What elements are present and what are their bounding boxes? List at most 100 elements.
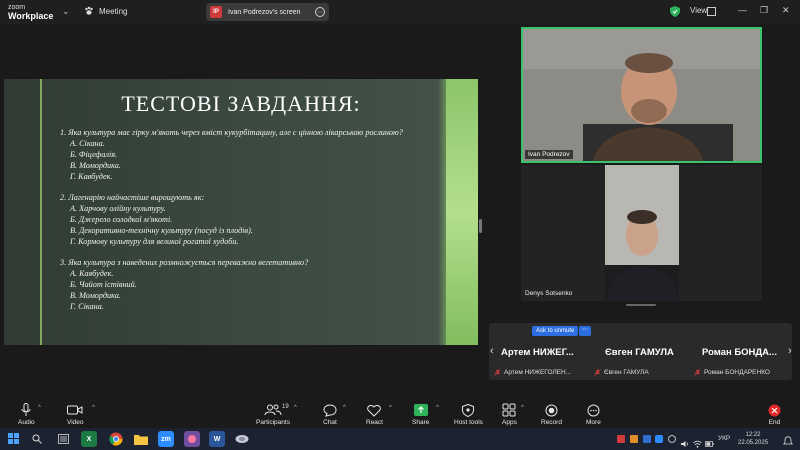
chevron-right-icon[interactable]: › bbox=[788, 345, 792, 357]
participant-label: Артем НИЖЕГОЛЕН... bbox=[494, 369, 571, 376]
notifications-icon[interactable] bbox=[782, 433, 794, 445]
tray-app-icon[interactable] bbox=[630, 435, 638, 443]
app-icon[interactable] bbox=[184, 431, 200, 447]
fullscreen-icon[interactable] bbox=[707, 7, 716, 16]
mic-muted-icon bbox=[494, 369, 501, 376]
video-options-caret[interactable]: ^ bbox=[92, 405, 95, 411]
participant-full-name: Роман БОНДАРЕНКО bbox=[704, 369, 770, 376]
task-view-icon[interactable] bbox=[55, 431, 71, 447]
gallery-scroll-handle[interactable] bbox=[626, 304, 656, 306]
presenter-badge: IP bbox=[210, 6, 222, 18]
system-clock[interactable]: 12:22 22.05.2025 bbox=[738, 431, 768, 447]
react-label: React bbox=[366, 419, 383, 426]
denys-video-feed bbox=[521, 165, 762, 301]
video-tile-denys[interactable]: Denys Sotsenko bbox=[521, 165, 762, 301]
microphone-icon bbox=[21, 403, 31, 416]
slide-body: 1. Яка культура має гірку м'якоть через … bbox=[60, 127, 440, 312]
chat-options-caret[interactable]: ^ bbox=[343, 405, 346, 411]
close-icon[interactable]: ✕ bbox=[782, 5, 790, 16]
volume-icon[interactable] bbox=[681, 435, 689, 447]
apps-options-caret[interactable]: ^ bbox=[521, 405, 524, 411]
option: Г. Кавбудек. bbox=[70, 172, 113, 181]
meeting-label: Meeting bbox=[99, 6, 128, 16]
video-tile-ivan[interactable]: Ivan Podrezov bbox=[521, 27, 762, 163]
mic-muted-icon bbox=[694, 369, 701, 376]
option: А. Сікана. bbox=[70, 139, 105, 148]
chat-button[interactable]: Chat bbox=[323, 403, 337, 426]
participant-full-name: Артем НИЖЕГОЛЕН... bbox=[504, 369, 572, 376]
wifi-icon[interactable] bbox=[693, 435, 702, 448]
participant-tile-name[interactable]: Роман БОНДА... bbox=[702, 347, 777, 358]
option: Б. Чайот їстівний. bbox=[70, 280, 137, 289]
host-tools-label: Host tools bbox=[454, 419, 483, 426]
resize-handle[interactable] bbox=[479, 219, 482, 233]
record-button[interactable]: Record bbox=[541, 403, 562, 426]
more-button[interactable]: More bbox=[586, 403, 601, 426]
unmute-more-button[interactable]: ⋯ bbox=[579, 326, 591, 336]
logo-workplace-text: Workplace bbox=[8, 11, 54, 21]
participant-label: Роман БОНДАРЕНКО bbox=[694, 369, 770, 376]
apps-label: Apps bbox=[502, 419, 517, 426]
share-button[interactable]: Share bbox=[412, 403, 429, 426]
tray-app-icon[interactable] bbox=[643, 435, 651, 443]
participants-icon bbox=[264, 404, 282, 416]
participant-tile-name[interactable]: Артем НИЖЕГ... bbox=[501, 347, 574, 358]
shield-icon[interactable] bbox=[670, 6, 680, 17]
chrome-app-icon[interactable] bbox=[108, 431, 124, 447]
chevron-left-icon[interactable]: ‹ bbox=[490, 345, 494, 357]
option: А. Харчову олійну культуру. bbox=[70, 204, 166, 213]
ask-to-unmute-button[interactable]: Ask to unmute bbox=[532, 326, 579, 336]
participant-label: Євген ГАМУЛА bbox=[594, 369, 649, 376]
meeting-menu[interactable]: Meeting bbox=[84, 6, 127, 16]
audio-button[interactable]: Audio bbox=[18, 403, 35, 426]
search-icon[interactable] bbox=[32, 434, 42, 444]
windows-start-icon[interactable] bbox=[8, 433, 19, 444]
excel-app-icon[interactable]: X bbox=[81, 431, 97, 447]
zoom-window: zoom Workplace ⌄ Meeting IP Ivan Podrezo… bbox=[0, 0, 800, 450]
option: В. Момордика. bbox=[70, 291, 121, 300]
share-status-pill[interactable]: IP Ivan Podrezov's screen ⋯ bbox=[206, 3, 329, 21]
zoom-app-icon[interactable]: zm bbox=[158, 431, 174, 447]
react-options-caret[interactable]: ^ bbox=[389, 405, 392, 411]
input-language[interactable]: УКР bbox=[718, 435, 730, 442]
chevron-down-icon[interactable]: ⌄ bbox=[62, 6, 70, 17]
option: Б. Фіцефалія. bbox=[70, 150, 118, 159]
ivan-video-feed bbox=[523, 29, 760, 161]
zoom-logo: zoom Workplace bbox=[8, 3, 53, 21]
apps-button[interactable]: Apps bbox=[502, 403, 517, 426]
paw-icon bbox=[85, 6, 93, 15]
restore-icon[interactable]: ❐ bbox=[760, 5, 768, 16]
camera-icon bbox=[67, 405, 83, 415]
tray-zoom-icon[interactable] bbox=[655, 435, 663, 443]
more-label: More bbox=[586, 419, 601, 426]
share-screen-icon bbox=[413, 404, 428, 416]
option: Б. Джерело солодкої м'якоті. bbox=[70, 215, 173, 224]
share-options-caret[interactable]: ^ bbox=[436, 405, 439, 411]
participant-name-tag: Ivan Podrezov bbox=[525, 150, 573, 159]
participant-tile-name[interactable]: Євген ГАМУЛА bbox=[605, 347, 674, 358]
battery-icon[interactable] bbox=[705, 435, 714, 447]
react-button[interactable]: React bbox=[366, 403, 383, 426]
record-icon bbox=[545, 404, 558, 416]
more-options-icon[interactable]: ⋯ bbox=[315, 7, 325, 17]
tray-app-icon[interactable] bbox=[617, 435, 625, 443]
participants-options-caret[interactable]: ^ bbox=[294, 405, 297, 411]
audio-options-caret[interactable]: ^ bbox=[38, 405, 41, 411]
minimize-icon[interactable]: — bbox=[738, 5, 747, 15]
file-explorer-icon[interactable] bbox=[133, 431, 149, 447]
tray-app-icon[interactable] bbox=[668, 435, 676, 443]
host-tools-button[interactable]: Host tools bbox=[454, 403, 483, 426]
end-button[interactable]: End bbox=[768, 403, 781, 426]
app-icon[interactable] bbox=[234, 431, 250, 447]
word-app-icon[interactable]: W bbox=[209, 431, 225, 447]
shared-slide: ТЕСТОВІ ЗАВДАННЯ: 1. Яка культура має гі… bbox=[4, 79, 478, 345]
audio-label: Audio bbox=[18, 419, 35, 426]
option: В. Момордика. bbox=[70, 161, 121, 170]
video-button[interactable]: Video bbox=[67, 403, 84, 426]
slide-stripe bbox=[40, 79, 42, 345]
option: В. Декоративно-технічну культуру (посуд … bbox=[70, 226, 253, 235]
end-call-icon bbox=[768, 404, 781, 416]
chat-label: Chat bbox=[323, 419, 337, 426]
share-title: Ivan Podrezov's screen bbox=[228, 8, 301, 16]
view-button[interactable]: View bbox=[690, 6, 707, 15]
